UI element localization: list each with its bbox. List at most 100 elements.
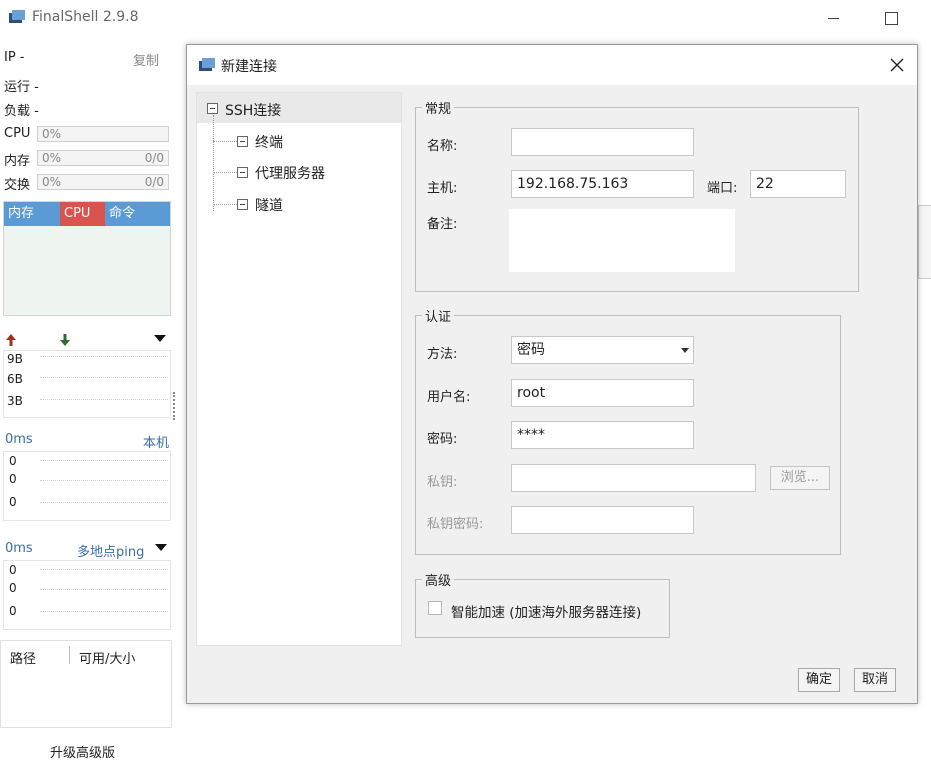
grid-line: [40, 589, 168, 590]
copy-ip-button[interactable]: 复制: [133, 50, 159, 69]
collapse-icon[interactable]: [237, 199, 248, 210]
column-header-path[interactable]: 路径: [10, 648, 36, 667]
private-key-input[interactable]: [511, 464, 756, 492]
name-input[interactable]: [511, 128, 694, 156]
tab-cpu[interactable]: CPU: [60, 202, 105, 226]
local-ping-target: 本机: [143, 436, 170, 451]
general-group-title: 常规: [425, 102, 452, 117]
note-textarea[interactable]: [509, 209, 735, 272]
memory-meter: 0% 0/0: [37, 150, 169, 166]
cancel-button[interactable]: 取消: [854, 668, 896, 692]
process-tabs: 内存 CPU 命令: [4, 202, 170, 226]
title-bar: FinalShell 2.9.8: [0, 0, 931, 36]
tab-memory[interactable]: 内存: [4, 202, 60, 226]
port-input[interactable]: 22: [750, 170, 846, 198]
username-label: 用户名:: [427, 390, 471, 405]
tree-connector: [213, 172, 237, 173]
local-ping-graph: 0 0 0: [3, 451, 171, 521]
download-arrow-icon: [60, 334, 70, 346]
tree-item-ssh[interactable]: SSH连接: [197, 93, 401, 123]
multi-ping-target[interactable]: 多地点ping: [77, 541, 144, 560]
accel-label: 智能加速 (加速海外服务器连接): [451, 605, 642, 621]
tab-command[interactable]: 命令: [105, 202, 170, 226]
local-ping-latency: 0ms: [5, 432, 33, 447]
process-panel: 内存 CPU 命令: [3, 201, 171, 316]
dialog-title: 新建连接: [221, 59, 277, 75]
cpu-meter: 0%: [37, 126, 169, 142]
close-icon[interactable]: [887, 55, 907, 75]
settings-tree: SSH连接 终端 代理服务器 隧道: [196, 92, 402, 646]
tree-connector: [213, 204, 237, 205]
port-label: 端口:: [707, 181, 738, 196]
tree-item-label: 终端: [255, 135, 283, 151]
app-logo-icon: [9, 10, 25, 23]
uptime-label: 运行 -: [4, 80, 39, 95]
maximize-button[interactable]: [880, 8, 904, 28]
collapse-icon[interactable]: [207, 103, 218, 114]
memory-ratio: 0/0: [144, 151, 164, 165]
ping-axis-label: 0: [9, 472, 17, 486]
ip-label: IP -: [4, 50, 25, 65]
network-dropdown-icon[interactable]: [154, 334, 166, 344]
grid-line: [40, 377, 168, 378]
ping-axis-label: 0: [9, 581, 17, 595]
tree-item-label: 代理服务器: [255, 166, 325, 182]
minimize-button[interactable]: [822, 8, 846, 28]
grid-line: [40, 480, 168, 481]
splitter-handle[interactable]: [173, 392, 176, 420]
grid-line: [40, 611, 168, 612]
swap-label: 交换: [4, 178, 31, 193]
net-axis-label: 9B: [7, 352, 23, 366]
ping-axis-label: 0: [9, 495, 17, 509]
host-label: 主机:: [427, 181, 458, 196]
ping-dropdown-icon[interactable]: [155, 543, 167, 553]
method-label: 方法:: [427, 347, 458, 362]
swap-value: 0%: [42, 175, 62, 189]
advanced-group-title: 高级: [425, 574, 452, 589]
auth-method-value: 密码: [517, 342, 545, 358]
tree-connector: [213, 115, 214, 211]
grid-line: [40, 460, 168, 461]
disk-table: 路径 可用/大小: [0, 640, 172, 728]
password-label: 密码:: [427, 432, 458, 447]
grid-line: [40, 399, 168, 400]
background-panel-edge: [918, 205, 931, 279]
password-input[interactable]: ****: [511, 421, 694, 449]
tree-item-label: 隧道: [255, 198, 283, 214]
memory-label: 内存: [4, 154, 31, 169]
name-label: 名称:: [427, 139, 458, 154]
dialog-title-bar: 新建连接: [187, 45, 917, 85]
net-axis-label: 3B: [7, 394, 23, 408]
tree-item-tunnel[interactable]: 隧道: [235, 192, 395, 216]
tree-item-proxy[interactable]: 代理服务器: [235, 160, 395, 184]
grid-line: [40, 569, 168, 570]
column-divider: [69, 646, 70, 664]
column-header-size[interactable]: 可用/大小: [79, 648, 135, 667]
username-input[interactable]: root: [511, 379, 694, 407]
accel-checkbox[interactable]: [428, 601, 442, 615]
chevron-down-icon: [681, 348, 689, 353]
multi-ping-graph: 0 0 0: [3, 560, 171, 630]
grid-line: [40, 356, 168, 357]
cpu-value: 0%: [42, 127, 62, 141]
tree-item-label: SSH连接: [225, 103, 282, 119]
private-key-label: 私钥:: [427, 475, 458, 490]
host-input[interactable]: 192.168.75.163: [511, 170, 694, 198]
collapse-icon[interactable]: [237, 136, 248, 147]
collapse-icon[interactable]: [237, 167, 248, 178]
multi-ping-latency: 0ms: [5, 541, 33, 556]
network-graph: 9B 6B 3B: [3, 350, 171, 418]
note-label: 备注:: [427, 217, 458, 232]
grid-line: [40, 502, 168, 503]
new-connection-dialog: 新建连接 SSH连接 终端 代理服务器 隧道 常规 名称: 主机: 192.16…: [186, 44, 918, 704]
tree-item-terminal[interactable]: 终端: [235, 129, 395, 153]
browse-button[interactable]: 浏览...: [770, 466, 830, 490]
ping-axis-label: 0: [9, 563, 17, 577]
key-password-input[interactable]: [511, 506, 694, 534]
key-password-label: 私钥密码:: [427, 517, 484, 532]
upgrade-link[interactable]: 升级高级版: [50, 742, 115, 761]
memory-value: 0%: [42, 151, 62, 165]
auth-method-select[interactable]: 密码: [511, 336, 694, 364]
ok-button[interactable]: 确定: [798, 668, 840, 692]
app-title: FinalShell 2.9.8: [32, 9, 139, 25]
